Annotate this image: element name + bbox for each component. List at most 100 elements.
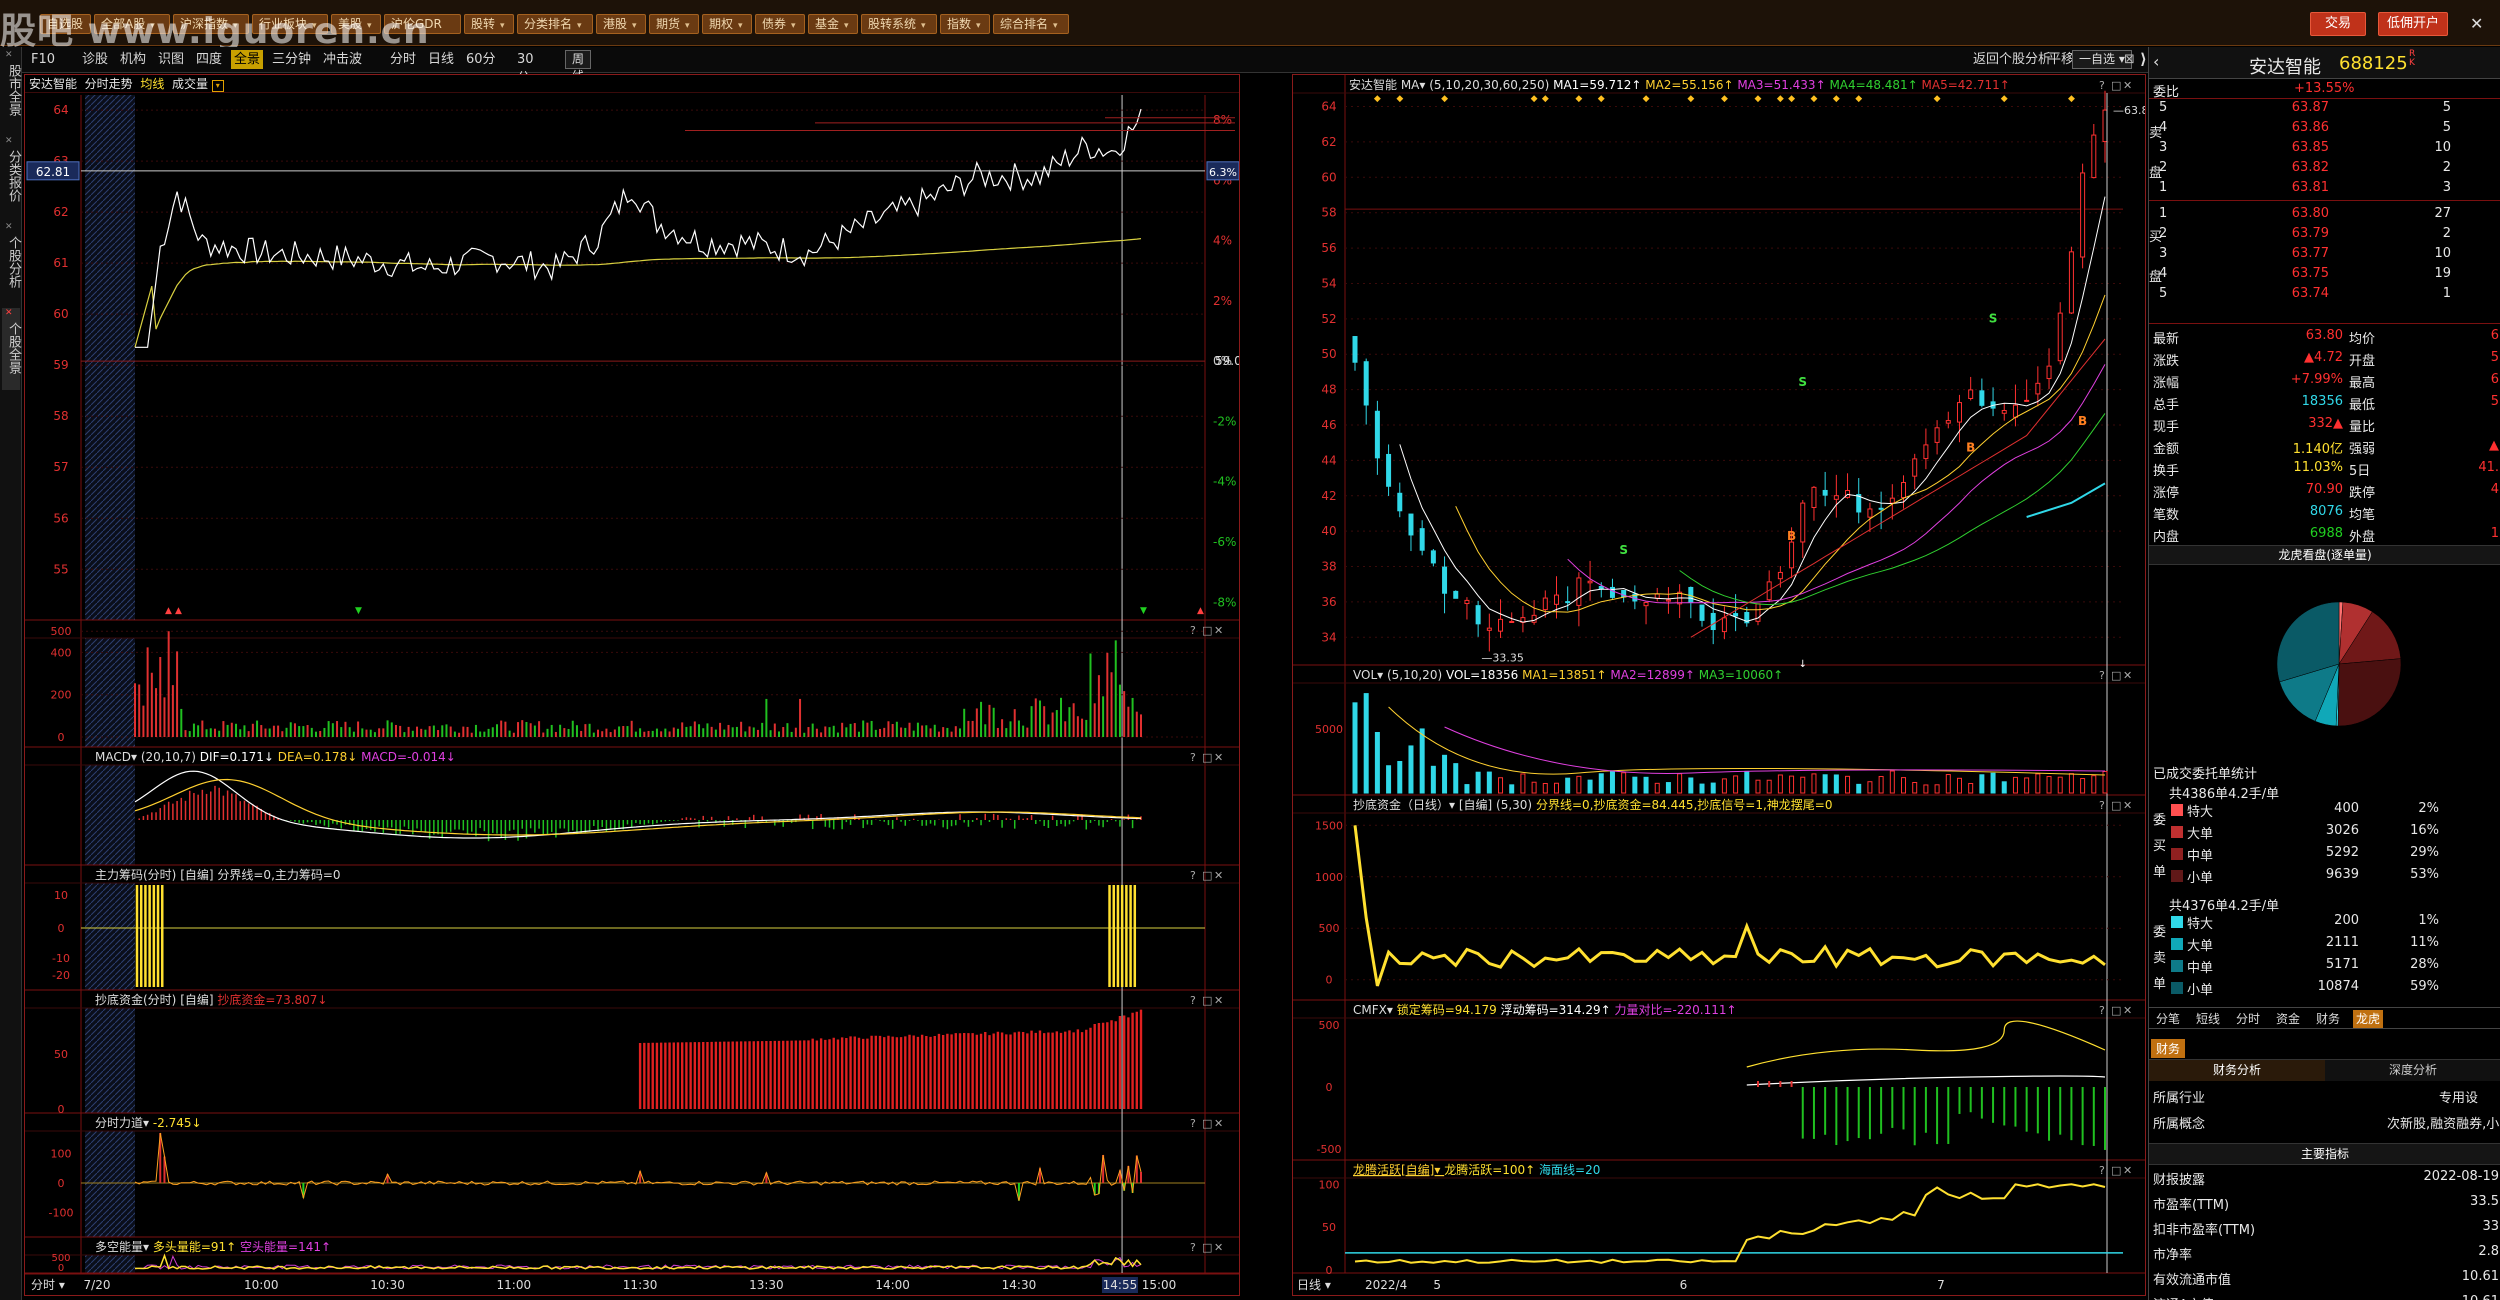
menu-item-6[interactable]: 股转 ▾ (464, 14, 514, 34)
quote-tab-0[interactable]: 分笔 (2153, 1010, 2183, 1028)
tab-1[interactable]: 诊股 (79, 50, 111, 69)
help-icon[interactable]: ? (1190, 994, 1196, 1007)
watchlist-select-label: 一自选 (2079, 52, 2116, 66)
sell-price-1[interactable]: 63.81 (2269, 180, 2329, 195)
sell-price-2[interactable]: 63.82 (2269, 160, 2329, 175)
menu-item-15[interactable]: 综合排名 ▾ (993, 14, 1069, 34)
menu-item-13[interactable]: 股转系统 ▾ (861, 14, 937, 34)
maximize-icon[interactable]: □ (1202, 1241, 1212, 1254)
help-icon[interactable]: ? (2099, 1004, 2105, 1017)
maximize-icon[interactable]: □ (1202, 1117, 1212, 1130)
maximize-icon[interactable]: □ (2111, 669, 2121, 682)
help-icon[interactable]: ? (1190, 869, 1196, 882)
close-icon[interactable]: ✕ (1214, 1117, 1223, 1130)
menu-item-14[interactable]: 指数 ▾ (940, 14, 990, 34)
close-icon[interactable]: ✕ (2123, 669, 2132, 682)
close-icon[interactable]: ✕ (1214, 624, 1223, 637)
candle (2091, 134, 2097, 179)
help-icon[interactable]: ? (1190, 1241, 1196, 1254)
deep-analysis-tab[interactable]: 深度分析 (2325, 1060, 2500, 1081)
tab-2[interactable]: 机构 (117, 50, 149, 69)
help-icon[interactable]: ? (1190, 624, 1196, 637)
help-icon[interactable]: ? (1190, 1117, 1196, 1130)
maximize-icon[interactable]: □ (2111, 79, 2121, 92)
close-icon[interactable]: ✕ (2123, 1164, 2132, 1177)
quote-tab-1[interactable]: 短线 (2193, 1010, 2223, 1028)
return-analysis-button[interactable]: 返回个股分析 (1970, 50, 2054, 69)
intraday-chart-svg[interactable]: ? □ ✕? □ ✕? □ ✕? □ ✕? □ ✕? □ ✕646362616059585756558%… (25, 75, 1239, 1295)
menu-item-10[interactable]: 期权 ▾ (702, 14, 752, 34)
quote-tab-5[interactable]: 龙虎 (2353, 1010, 2384, 1028)
time-mode-label[interactable]: 分时 ▾ (31, 1278, 65, 1292)
tab-11[interactable]: 30分 (514, 50, 548, 86)
kline-vol-bar (1442, 754, 1448, 794)
maximize-icon[interactable]: □ (1202, 751, 1212, 764)
help-icon[interactable]: ? (2099, 1164, 2105, 1177)
date-mode-label[interactable]: 日线 ▾ (1297, 1278, 1331, 1292)
tab-12[interactable]: 周线 ▾ (565, 50, 592, 100)
tab-4[interactable]: 四度 (193, 50, 225, 69)
maximize-icon[interactable]: □ (1202, 869, 1212, 882)
finance-analysis-tab[interactable]: 财务分析 (2149, 1060, 2325, 1081)
buy-price-1[interactable]: 63.80 (2269, 206, 2329, 221)
maximize-icon[interactable]: □ (1202, 994, 1212, 1007)
menu-item-8[interactable]: 港股 ▾ (596, 14, 646, 34)
tab-9[interactable]: 日线 (425, 50, 457, 69)
panel-restore-icon[interactable]: ⊠ (2124, 52, 2135, 67)
dk-tick-1: 0 (58, 1263, 64, 1274)
trade-button[interactable]: 交易 (2310, 12, 2367, 36)
quote-tab-2[interactable]: 分时 (2233, 1010, 2263, 1028)
quote-tab-3[interactable]: 资金 (2273, 1010, 2303, 1028)
kline-chart-svg[interactable]: ? □ ✕? □ ✕? □ ✕? □ ✕? □ ✕安达智能 MA▾ (5,10,20,30,60,2… (1293, 75, 2145, 1295)
close-icon[interactable]: ✕ (2123, 799, 2132, 812)
close-icon[interactable]: ✕ (5, 222, 13, 232)
buy-price-3[interactable]: 63.77 (2269, 246, 2329, 261)
tab-3[interactable]: 识图 (155, 50, 187, 69)
maximize-icon[interactable]: □ (2111, 1164, 2121, 1177)
close-icon[interactable]: ✕ (5, 136, 13, 146)
maximize-icon[interactable]: □ (2111, 1004, 2121, 1017)
quote-tab-4[interactable]: 财务 (2313, 1010, 2343, 1028)
open-account-button[interactable]: 低佣开户 (2378, 12, 2449, 36)
close-icon[interactable]: ✕ (1214, 751, 1223, 764)
sell-price-3[interactable]: 63.85 (2269, 140, 2329, 155)
maximize-icon[interactable]: □ (1202, 624, 1212, 637)
order-pie-chart[interactable] (2149, 566, 2500, 762)
close-icon[interactable]: ✕ (2123, 1004, 2132, 1017)
tab-10[interactable]: 60分 (463, 50, 499, 69)
kline-vol-bar (1811, 773, 1817, 794)
menu-item-9[interactable]: 期货 ▾ (649, 14, 699, 34)
close-icon[interactable]: ✕ (5, 308, 13, 318)
watchlist-select[interactable]: 一自选 ▾ (2072, 50, 2132, 69)
buy-price-5[interactable]: 63.74 (2269, 286, 2329, 301)
tab-7[interactable]: 冲击波 (320, 50, 365, 69)
finance-tab[interactable]: 财务 (2151, 1039, 2186, 1058)
cd-tick-1: 0 (58, 1103, 65, 1116)
buy-price-4[interactable]: 63.75 (2269, 266, 2329, 281)
close-icon[interactable]: ✕ (1214, 1241, 1223, 1254)
menu-item-7[interactable]: 分类排名 ▾ (517, 14, 593, 34)
caret-down-icon: ▾ (738, 21, 743, 31)
help-icon[interactable]: ? (1190, 751, 1196, 764)
buy-price-2[interactable]: 63.79 (2269, 226, 2329, 241)
help-icon[interactable]: ? (2099, 79, 2105, 92)
tab-6[interactable]: 三分钟 (269, 50, 314, 69)
tab-8[interactable]: 分时 (387, 50, 419, 69)
candle (1867, 508, 1873, 518)
close-icon[interactable]: ✕ (1214, 994, 1223, 1007)
tab-5[interactable]: 全景 (231, 50, 264, 69)
menu-item-12[interactable]: 基金 ▾ (808, 14, 858, 34)
close-icon[interactable]: ✕ (2123, 79, 2132, 92)
menu-item-11[interactable]: 债券 ▾ (755, 14, 805, 34)
sell-price-4[interactable]: 63.86 (2269, 120, 2329, 135)
help-icon[interactable]: ? (2099, 799, 2105, 812)
close-icon[interactable]: ✕ (5, 50, 13, 60)
window-close-icon[interactable]: ✕ (2470, 14, 2492, 34)
maximize-icon[interactable]: □ (2111, 799, 2121, 812)
back-arrow-icon[interactable]: ‹ (2153, 52, 2159, 71)
sell-price-5[interactable]: 63.87 (2269, 100, 2329, 115)
help-icon[interactable]: ? (2099, 669, 2105, 682)
dif-line (134, 770, 1142, 839)
tab-0[interactable]: F10 (28, 50, 58, 69)
close-icon[interactable]: ✕ (1214, 869, 1223, 882)
